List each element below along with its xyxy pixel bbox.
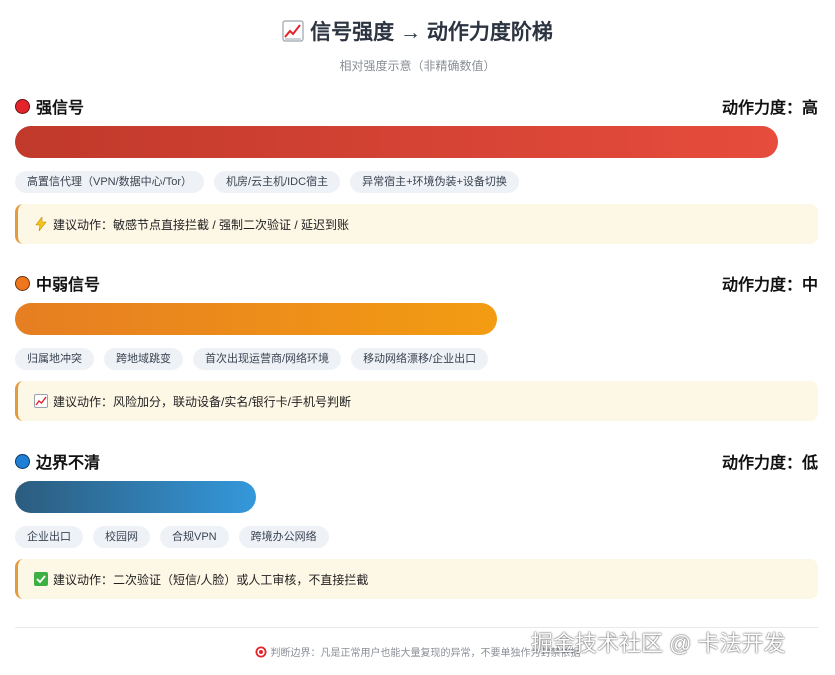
section-header: 强信号 动作力度：高 — [15, 95, 818, 117]
chart-increasing-icon — [34, 394, 48, 408]
signal-tag: 高置信代理（VPN/数据中心/Tor） — [15, 171, 205, 193]
action-force-label: 动作力度：低 — [721, 455, 818, 472]
red-circle-icon — [15, 98, 30, 114]
strength-bar — [15, 303, 497, 335]
signal-tag: 跨地域跳变 — [104, 348, 183, 370]
section-title: 中弱信号 — [15, 271, 100, 295]
watermark: 掘金技术社区 @ 卡法开发 — [531, 631, 786, 656]
section-header: 边界不清 动作力度：低 — [15, 450, 818, 472]
signal-tag: 校园网 — [93, 526, 150, 548]
advice-box: 建议动作：敏感节点直接拦截 / 强制二次验证 / 延迟到账 — [15, 204, 818, 244]
signal-section-strong: 强信号 动作力度：高 高置信代理（VPN/数据中心/Tor） 机房/云主机/ID… — [15, 95, 818, 244]
section-title: 边界不清 — [15, 449, 100, 473]
signal-tags: 高置信代理（VPN/数据中心/Tor） 机房/云主机/IDC宿主 异常宿主+环境… — [15, 171, 818, 193]
advice-box: 建议动作：二次验证（短信/人脸）或人工审核，不直接拦截 — [15, 559, 818, 599]
section-header: 中弱信号 动作力度：中 — [15, 272, 818, 294]
section-label: 边界不清 — [36, 455, 101, 472]
signal-tag: 归属地冲突 — [15, 348, 94, 370]
signal-section-unclear: 边界不清 动作力度：低 企业出口 校园网 合规VPN 跨境办公网络 建议动作：二… — [15, 450, 818, 599]
signal-tag: 移动网络漂移/企业出口 — [351, 348, 489, 370]
orange-circle-icon — [15, 275, 30, 291]
advice-text: 建议动作：风险加分，联动设备/实名/银行卡/手机号判断 — [53, 394, 352, 409]
action-force-label: 动作力度：高 — [721, 100, 818, 117]
signal-tags: 企业出口 校园网 合规VPN 跨境办公网络 — [15, 526, 818, 548]
section-label: 中弱信号 — [36, 277, 101, 294]
page-title-text: 信号强度 → 动作力度阶梯 — [310, 21, 553, 44]
blue-circle-icon — [15, 453, 30, 469]
section-label: 强信号 — [36, 100, 85, 117]
target-icon — [255, 646, 266, 657]
page-subtitle: 相对强度示意（非精确数值） — [339, 59, 496, 73]
signal-tag: 合规VPN — [160, 526, 229, 548]
signal-tags: 归属地冲突 跨地域跳变 首次出现运营商/网络环境 移动网络漂移/企业出口 — [15, 348, 818, 370]
section-title: 强信号 — [15, 94, 84, 118]
chart-increasing-icon — [282, 20, 304, 42]
header: 信号强度 → 动作力度阶梯 相对强度示意（非精确数值） — [0, 0, 835, 74]
signal-tag: 跨境办公网络 — [238, 526, 329, 548]
signal-tag: 异常宿主+环境伪装+设备切换 — [350, 171, 519, 193]
advice-box: 建议动作：风险加分，联动设备/实名/银行卡/手机号判断 — [15, 381, 818, 421]
page-title: 信号强度 → 动作力度阶梯 — [282, 16, 553, 46]
signal-tag: 机房/云主机/IDC宿主 — [214, 171, 341, 193]
advice-text: 建议动作：敏感节点直接拦截 / 强制二次验证 / 延迟到账 — [53, 217, 350, 232]
lightning-icon — [35, 217, 47, 231]
advice-text: 建议动作：二次验证（短信/人脸）或人工审核，不直接拦截 — [53, 572, 369, 587]
strength-bar — [15, 481, 256, 513]
check-mark-icon — [34, 572, 48, 586]
strength-bar — [15, 126, 778, 158]
signal-tag: 企业出口 — [15, 526, 83, 548]
signal-tag: 首次出现运营商/网络环境 — [193, 348, 342, 370]
action-force-label: 动作力度：中 — [721, 277, 818, 294]
signal-section-medium: 中弱信号 动作力度：中 归属地冲突 跨地域跳变 首次出现运营商/网络环境 移动网… — [15, 272, 818, 421]
